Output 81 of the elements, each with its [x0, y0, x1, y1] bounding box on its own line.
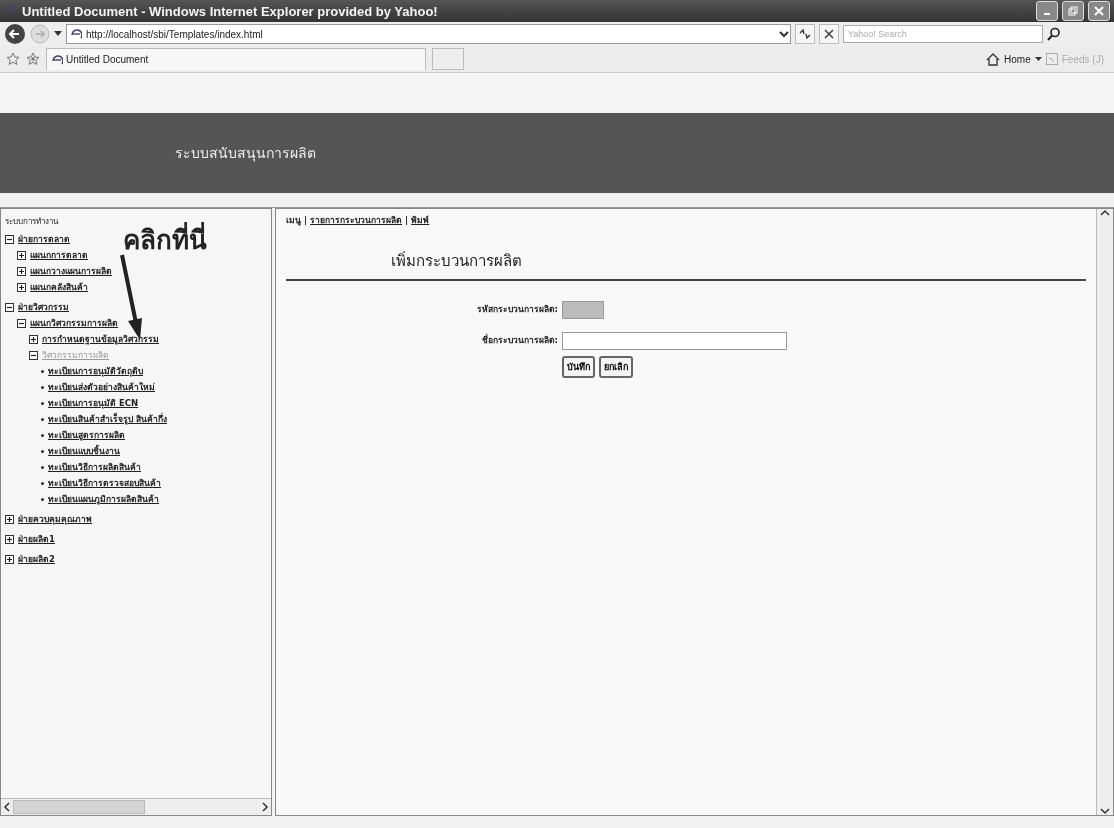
scroll-right-icon[interactable]	[261, 802, 269, 812]
tree-link[interactable]: ทะเบียนแผนภูมิการผลิตสินค้า	[48, 492, 159, 506]
annotation-text: คลิกที่นี่	[123, 219, 207, 260]
home-icon[interactable]	[986, 52, 1001, 66]
separator: |	[405, 215, 409, 225]
tree-link[interactable]: ทะเบียนวิธีการผลิตสินค้า	[48, 460, 141, 474]
search-icon[interactable]	[1047, 27, 1061, 41]
tree-link[interactable]: ทะเบียนสินค้าสำเร็จรูป สินค้ากึ่ง	[48, 412, 167, 426]
page-icon	[51, 53, 63, 66]
collapse-icon[interactable]	[5, 302, 14, 312]
tree-link[interactable]: ทะเบียนวิธีการตรวจสอบสินค้า	[48, 476, 161, 490]
expand-icon[interactable]	[5, 514, 14, 524]
form-button[interactable]: ยกเลิก	[599, 356, 633, 378]
bullet-icon	[41, 449, 44, 453]
tree-link[interactable]: แผนกวางแผนการผลิต	[30, 264, 112, 278]
home-button[interactable]: Home	[1004, 53, 1031, 65]
tree-link[interactable]: ทะเบียนการอนุมัติ ECN	[48, 396, 139, 410]
tree-link[interactable]: ทะเบียนสูตรการผลิต	[48, 428, 125, 442]
close-button[interactable]	[1088, 1, 1110, 21]
close-icon[interactable]	[1094, 6, 1104, 16]
tree-link[interactable]: ทะเบียนส่งตัวอย่างสินค้าใหม่	[48, 380, 155, 394]
window-title: Untitled Document - Windows Internet Explorer provided by Yahoo!	[22, 3, 438, 19]
scroll-down-icon[interactable]	[1100, 807, 1110, 815]
vertical-scrollbar[interactable]	[1096, 209, 1113, 815]
sidebar-heading: ระบบการทำงาน	[5, 216, 60, 228]
horizontal-scrollbar[interactable]	[1, 798, 271, 815]
scroll-left-icon[interactable]	[3, 802, 11, 812]
bullet-icon	[41, 497, 44, 501]
scroll-up-icon[interactable]	[1100, 209, 1110, 217]
collapse-icon[interactable]	[5, 234, 14, 244]
form-button[interactable]: บันทึก	[562, 356, 595, 378]
stop-icon[interactable]	[824, 29, 834, 39]
star-plus-icon[interactable]	[26, 52, 40, 66]
bullet-icon	[41, 465, 44, 469]
tree-link[interactable]: ทะเบียนแบบชิ้นงาน	[48, 444, 120, 458]
expand-icon[interactable]	[17, 250, 26, 260]
page-icon	[70, 28, 82, 40]
address-field[interactable]: http://localhost/sbi/Templates/index.html	[66, 24, 791, 44]
bullet-icon	[41, 369, 44, 373]
expand-icon[interactable]	[29, 334, 38, 344]
tree-link[interactable]: ฝ่ายผลิต1	[18, 532, 55, 546]
page-heading: เพิ่มกระบวนการผลิต	[286, 227, 1086, 281]
expand-icon[interactable]	[5, 554, 14, 564]
restore-icon[interactable]	[1068, 6, 1078, 16]
tree-link[interactable]: ทะเบียนการอนุมัติวัตถุดิบ	[48, 364, 143, 378]
stop-button[interactable]	[819, 24, 839, 44]
tree-link[interactable]: แผนกการตลาด	[30, 248, 88, 262]
separator: |	[304, 215, 308, 225]
input-field[interactable]	[562, 332, 787, 350]
collapse-icon[interactable]	[17, 318, 26, 328]
dropdown-icon[interactable]	[778, 28, 790, 40]
menu-link[interactable]: พิมพ์	[411, 213, 430, 227]
tree-link[interactable]: ฝ่ายวิศวกรรม	[18, 300, 69, 314]
menu-link[interactable]: รายการกระบวนการผลิต	[310, 213, 403, 227]
tree-link[interactable]: แผนกวิศวกรรมการผลิต	[30, 316, 118, 330]
site-title: ระบบสนับสนุนการผลิต	[175, 144, 316, 164]
restore-button[interactable]	[1062, 1, 1084, 21]
bullet-icon	[41, 401, 44, 405]
expand-icon[interactable]	[17, 282, 26, 292]
dropdown-icon[interactable]	[1034, 56, 1042, 62]
bullet-icon	[41, 417, 44, 421]
tree-link[interactable]: การกำหนดฐานข้อมูลวิศวกรรม	[42, 332, 159, 346]
bullet-icon	[41, 433, 44, 437]
expand-icon[interactable]	[5, 534, 14, 544]
tree-link[interactable]: ฝ่ายการตลาด	[18, 232, 70, 246]
dropdown-icon[interactable]	[54, 31, 62, 37]
browser-tab[interactable]: Untitled Document	[46, 48, 426, 70]
back-icon[interactable]	[4, 23, 26, 45]
tree-link[interactable]: ฝ่ายควบคุมคุณภาพ	[18, 512, 92, 526]
search-field[interactable]: Yahoo! Search	[843, 25, 1043, 43]
collapse-icon[interactable]	[29, 350, 38, 360]
star-icon[interactable]	[6, 52, 20, 66]
bullet-icon	[41, 385, 44, 389]
menu-label: เมนู	[286, 214, 301, 227]
field-label: รหัสกระบวนการผลิต:	[475, 302, 558, 316]
field-label: ชื่อกระบวนการผลิต:	[480, 333, 558, 348]
bullet-icon	[41, 481, 44, 485]
tree-link[interactable]: ฝ่ายผลิต2	[18, 552, 55, 566]
tree-link[interactable]: แผนกคลังสินค้า	[30, 280, 88, 294]
expand-icon[interactable]	[17, 266, 26, 276]
minimize-button[interactable]	[1036, 1, 1058, 21]
